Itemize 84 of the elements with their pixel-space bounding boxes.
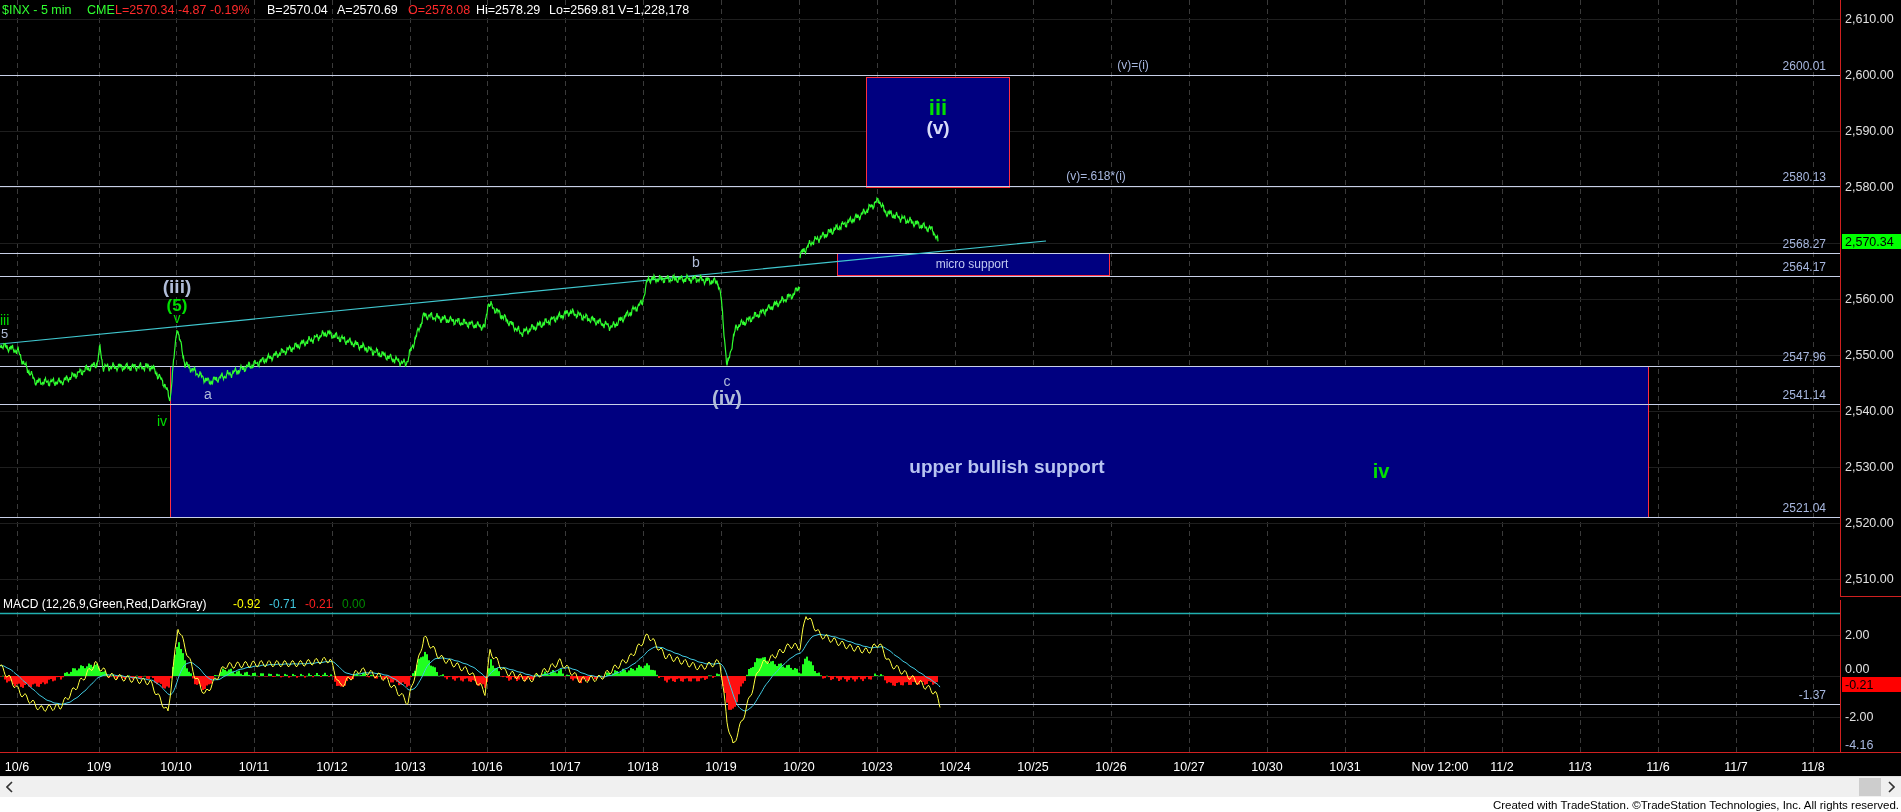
- date-label: 10/24: [939, 760, 971, 774]
- price-axis-label: 2,610.00: [1845, 12, 1894, 26]
- quote-value: -0.19%: [210, 3, 250, 17]
- macd-value: -0.21: [305, 597, 333, 611]
- price-axis-label: 2,540.00: [1845, 404, 1894, 418]
- scrollbar-thumb[interactable]: [1859, 778, 1881, 796]
- level-label: 2541.14: [1782, 388, 1826, 402]
- wave-label: (iii): [162, 276, 192, 297]
- date-label: 10/26: [1095, 760, 1127, 774]
- level-note: (v)=(i): [1117, 58, 1149, 72]
- level-label: 2568.27: [1782, 237, 1826, 251]
- quote-value: Hi=2578.29: [476, 3, 541, 17]
- macd-value: 0.00: [342, 597, 366, 611]
- date-label: 10/31: [1329, 760, 1361, 774]
- wave-label: 5: [1, 326, 9, 341]
- date-label: 10/9: [86, 760, 112, 774]
- date-label: 10/13: [394, 760, 426, 774]
- level-label: 2580.13: [1782, 170, 1826, 184]
- price-axis-label: 2,580.00: [1845, 180, 1894, 194]
- quote-value: B=2570.04: [267, 3, 328, 17]
- date-label: 10/16: [471, 760, 503, 774]
- macd-value: -0.71: [269, 597, 297, 611]
- footer-credit: Created with TradeStation. ©TradeStation Technologies, Inc. All rights reserved.: [1492, 798, 1899, 811]
- macd-axis-label: -4.16: [1845, 738, 1874, 752]
- wave-label: (iv): [712, 387, 742, 409]
- date-label: 10/12: [316, 760, 348, 774]
- date-label: 11/2: [1490, 760, 1514, 774]
- scrollbar[interactable]: [0, 776, 1901, 797]
- date-label: 11/8: [1801, 760, 1825, 774]
- wave-label: (v): [926, 117, 950, 138]
- date-label: 11/7: [1724, 760, 1748, 774]
- wave-label: iv: [1372, 460, 1390, 482]
- date-label: 10/23: [861, 760, 893, 774]
- level-label: 2547.96: [1782, 350, 1826, 364]
- price-axis-label: 2,590.00: [1845, 124, 1894, 138]
- macd-axis-label: 2.00: [1845, 628, 1870, 642]
- wave-label: a: [204, 386, 212, 402]
- quote-value: -4.87: [178, 3, 207, 17]
- quote-value: O=2578.08: [408, 3, 471, 17]
- quote-value: Lo=2569.81: [549, 3, 616, 17]
- date-label: 10/10: [160, 760, 192, 774]
- wave-label: c: [723, 373, 731, 389]
- chevron-right-icon: [1887, 781, 1895, 793]
- chevron-left-icon: [6, 781, 14, 793]
- date-label: 10/6: [4, 760, 30, 774]
- date-label: 11/6: [1646, 760, 1670, 774]
- wave-label: iii: [0, 312, 10, 328]
- date-label: 10/17: [549, 760, 581, 774]
- zone-label: upper bullish support: [909, 456, 1105, 477]
- date-label: 10/18: [627, 760, 659, 774]
- date-label: 10/25: [1017, 760, 1049, 774]
- macd-value-badge: -0.21: [1842, 677, 1901, 692]
- macd-value: -0.92: [233, 597, 261, 611]
- level-label: 2600.01: [1782, 59, 1826, 73]
- level-label: 2521.04: [1782, 501, 1826, 515]
- price-axis-label: 2,550.00: [1845, 348, 1894, 362]
- quote-value: L=2570.34: [115, 3, 175, 17]
- date-label: Nov 12:00: [1411, 760, 1469, 774]
- price-axis-label: 2,530.00: [1845, 460, 1894, 474]
- price-axis-label: 2,560.00: [1845, 292, 1894, 306]
- date-label: 10/20: [783, 760, 815, 774]
- macd-title: MACD (12,26,9,Green,Red,DarkGray): [3, 597, 207, 611]
- exchange-label: CME: [87, 3, 115, 17]
- last-price-badge: 2,570.34: [1842, 234, 1901, 249]
- date-label: 10/27: [1173, 760, 1205, 774]
- symbol-label: $INX - 5 min: [2, 3, 72, 17]
- date-label: 10/11: [238, 760, 270, 774]
- date-label: 10/19: [705, 760, 737, 774]
- date-label: 11/3: [1568, 760, 1592, 774]
- zone-label: micro support: [935, 257, 1009, 271]
- level-note: (v)=.618*(i): [1066, 169, 1126, 183]
- level-label: 2564.17: [1782, 260, 1826, 274]
- price-axis-label: 2,520.00: [1845, 516, 1894, 530]
- macd-axis-label: -2.00: [1845, 710, 1874, 724]
- wave-label: iv: [156, 413, 168, 429]
- wave-label: iii: [928, 95, 948, 120]
- price-axis-label: 2,510.00: [1845, 572, 1894, 586]
- price-axis-label: 2,600.00: [1845, 68, 1894, 82]
- level-label: -1.37: [1798, 688, 1826, 702]
- quote-value: V=1,228,178: [618, 3, 690, 17]
- date-label: 10/30: [1251, 760, 1283, 774]
- quote-value: A=2570.69: [337, 3, 398, 17]
- macd-axis-label: 0.00: [1845, 662, 1870, 676]
- wave-label: b: [692, 254, 700, 270]
